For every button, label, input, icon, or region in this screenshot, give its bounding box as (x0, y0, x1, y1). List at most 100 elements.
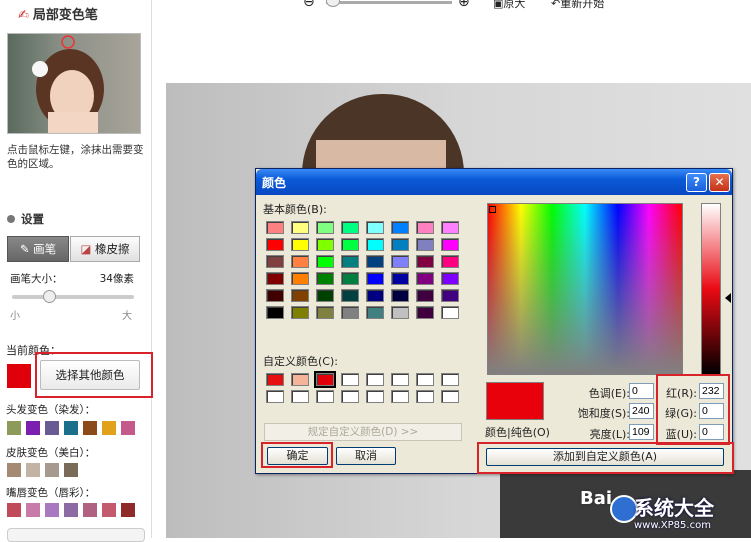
restart-button[interactable]: ↶重新开始 (551, 0, 604, 11)
basic-color-cell[interactable] (416, 238, 434, 251)
hair-color-swatch[interactable] (102, 421, 116, 435)
basic-color-cell[interactable] (316, 306, 334, 319)
basic-color-cell[interactable] (441, 221, 459, 234)
hair-color-swatch[interactable] (83, 421, 97, 435)
custom-color-cell[interactable] (316, 390, 334, 403)
hue-field[interactable] (629, 383, 654, 399)
basic-color-cell[interactable] (366, 255, 384, 268)
zoom-out-icon[interactable]: ⊖ (303, 0, 315, 10)
basic-color-cell[interactable] (316, 272, 334, 285)
skin-color-swatch[interactable] (64, 463, 78, 477)
custom-color-cell[interactable] (416, 373, 434, 386)
basic-color-cell[interactable] (441, 272, 459, 285)
lip-color-swatch[interactable] (45, 503, 59, 517)
basic-color-cell[interactable] (266, 255, 284, 268)
basic-color-cell[interactable] (391, 272, 409, 285)
luminance-field[interactable] (629, 424, 654, 440)
basic-color-cell[interactable] (341, 238, 359, 251)
basic-color-cell[interactable] (316, 289, 334, 302)
custom-color-cell[interactable] (341, 373, 359, 386)
close-button[interactable]: ✕ (709, 173, 730, 192)
basic-color-cell[interactable] (266, 306, 284, 319)
basic-color-cell[interactable] (366, 306, 384, 319)
basic-color-cell[interactable] (341, 272, 359, 285)
basic-color-cell[interactable] (291, 255, 309, 268)
basic-color-cell[interactable] (266, 221, 284, 234)
cancel-button[interactable]: 取消 (336, 447, 396, 465)
luminance-bar[interactable] (701, 203, 721, 375)
custom-color-cell[interactable] (314, 371, 336, 388)
basic-color-cell[interactable] (341, 255, 359, 268)
original-size-button[interactable]: ▣原大 (493, 0, 525, 11)
basic-color-cell[interactable] (391, 238, 409, 251)
basic-color-cell[interactable] (391, 306, 409, 319)
basic-color-cell[interactable] (266, 289, 284, 302)
hair-color-swatch[interactable] (121, 421, 135, 435)
basic-color-cell[interactable] (391, 221, 409, 234)
custom-color-cell[interactable] (366, 390, 384, 403)
hair-color-swatch[interactable] (45, 421, 59, 435)
basic-color-cell[interactable] (316, 238, 334, 251)
basic-color-cell[interactable] (291, 221, 309, 234)
brush-tab[interactable]: ✎ 画笔 (7, 236, 69, 262)
basic-color-cell[interactable] (341, 289, 359, 302)
basic-color-cell[interactable] (341, 221, 359, 234)
basic-color-cell[interactable] (416, 255, 434, 268)
basic-color-cell[interactable] (416, 289, 434, 302)
luminance-arrow-icon[interactable] (725, 293, 731, 303)
custom-color-cell[interactable] (441, 373, 459, 386)
basic-color-cell[interactable] (266, 238, 284, 251)
custom-color-cell[interactable] (416, 390, 434, 403)
basic-color-cell[interactable] (366, 272, 384, 285)
basic-color-cell[interactable] (341, 306, 359, 319)
custom-color-cell[interactable] (291, 373, 309, 386)
zoom-slider-thumb[interactable] (326, 0, 340, 7)
dialog-titlebar[interactable]: 颜色 ? ✕ (256, 169, 732, 195)
lip-color-swatch[interactable] (7, 503, 21, 517)
basic-color-cell[interactable] (291, 289, 309, 302)
basic-color-cell[interactable] (416, 306, 434, 319)
custom-color-cell[interactable] (391, 390, 409, 403)
hair-color-swatch[interactable] (7, 421, 21, 435)
basic-color-cell[interactable] (316, 255, 334, 268)
hair-color-swatch[interactable] (26, 421, 40, 435)
custom-color-cell[interactable] (366, 373, 384, 386)
lip-color-swatch[interactable] (121, 503, 135, 517)
basic-color-cell[interactable] (366, 238, 384, 251)
basic-color-cell[interactable] (416, 272, 434, 285)
lip-color-swatch[interactable] (26, 503, 40, 517)
lip-color-swatch[interactable] (64, 503, 78, 517)
basic-color-cell[interactable] (441, 255, 459, 268)
basic-color-cell[interactable] (291, 306, 309, 319)
custom-color-cell[interactable] (441, 390, 459, 403)
basic-color-cell[interactable] (316, 221, 334, 234)
basic-color-cell[interactable] (391, 289, 409, 302)
skin-color-swatch[interactable] (7, 463, 21, 477)
skin-color-swatch[interactable] (45, 463, 59, 477)
basic-color-cell[interactable] (366, 221, 384, 234)
lip-color-swatch[interactable] (83, 503, 97, 517)
skin-color-swatch[interactable] (26, 463, 40, 477)
basic-color-cell[interactable] (391, 255, 409, 268)
eraser-tab[interactable]: ◪ 橡皮擦 (70, 236, 140, 262)
zoom-in-icon[interactable]: ⊕ (458, 0, 470, 10)
basic-color-cell[interactable] (416, 221, 434, 234)
lip-color-swatch[interactable] (102, 503, 116, 517)
custom-color-cell[interactable] (291, 390, 309, 403)
basic-color-cell[interactable] (366, 289, 384, 302)
zoom-slider[interactable] (326, 1, 452, 4)
saturation-field[interactable] (629, 403, 654, 419)
custom-color-cell[interactable] (341, 390, 359, 403)
custom-color-cell[interactable] (266, 390, 284, 403)
basic-color-cell[interactable] (266, 272, 284, 285)
custom-color-cell[interactable] (266, 373, 284, 386)
basic-color-cell[interactable] (291, 238, 309, 251)
custom-color-cell[interactable] (391, 373, 409, 386)
basic-color-cell[interactable] (441, 306, 459, 319)
brush-size-slider[interactable] (12, 295, 134, 299)
basic-color-cell[interactable] (441, 289, 459, 302)
brush-size-slider-thumb[interactable] (42, 290, 56, 303)
basic-color-cell[interactable] (291, 272, 309, 285)
basic-color-cell[interactable] (441, 238, 459, 251)
color-spectrum[interactable] (487, 203, 683, 375)
